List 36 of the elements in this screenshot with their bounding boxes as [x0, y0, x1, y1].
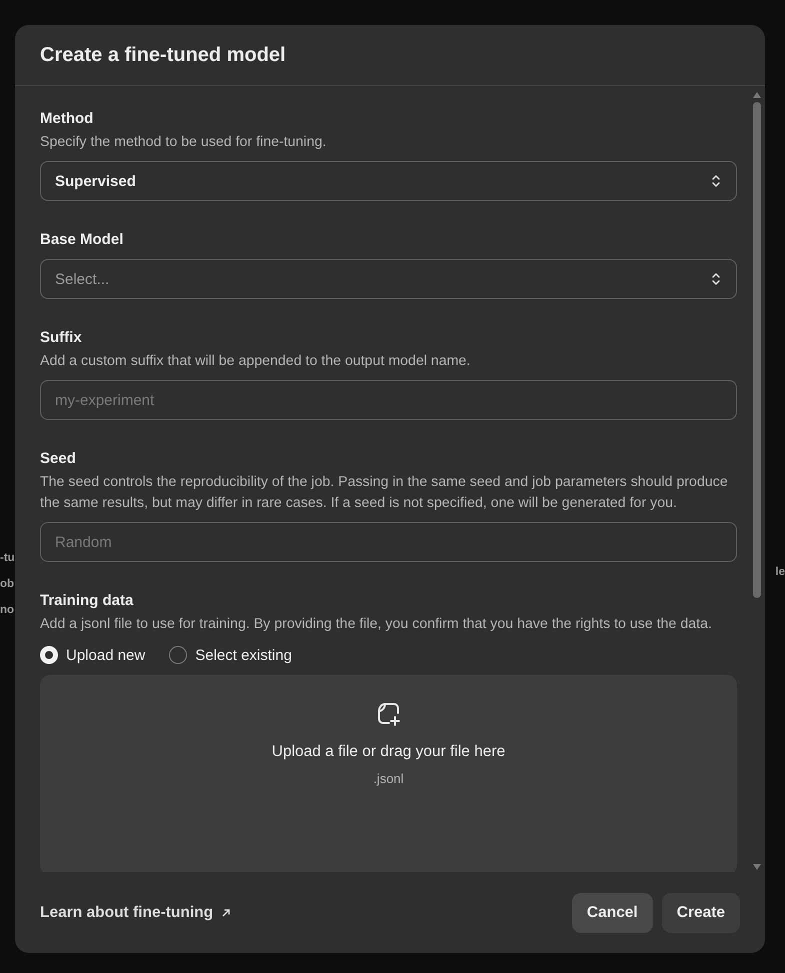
radio-option[interactable]: Upload new [40, 646, 146, 664]
scroll-up-icon[interactable] [753, 92, 761, 98]
field-description: The seed controls the reproducibility of the job. Passing in the same seed and job parameters should produce the same results, but may differ in rare cases. If a seed is not specified, one will be generated for you. [40, 473, 729, 513]
file-dropzone[interactable]: Upload a file or drag your file here .jsonl [40, 675, 737, 872]
field-label: Method [40, 109, 94, 129]
field-label: Training data [40, 591, 134, 611]
field-label: Seed [40, 449, 77, 469]
field-description: Add a jsonl file to use for training. By providing the file, you confirm that you have the rights to use the data. [40, 615, 713, 634]
radio-label: Select existing [195, 646, 292, 664]
learn-link[interactable]: Learn about fine-tuning [40, 904, 232, 922]
background-text: le [775, 566, 785, 578]
radio-button[interactable] [169, 646, 188, 664]
background-text: no [0, 604, 15, 616]
input-field[interactable]: my-experiment [40, 380, 737, 420]
dialog-title: Create a fine-tuned model [40, 44, 286, 66]
field-description: Add a custom suffix that will be appended to the output model name. [40, 352, 472, 371]
background-text: ob [0, 578, 15, 590]
chevron-updown-icon [710, 271, 722, 287]
field-label: Suffix [40, 328, 83, 348]
radio-option[interactable]: Select existing [169, 646, 292, 664]
scroll-down-icon[interactable] [753, 864, 761, 870]
input-field[interactable]: Random [40, 522, 737, 562]
select-field[interactable]: Select... [40, 259, 737, 299]
file-type-hint: .jsonl [373, 771, 404, 786]
external-link-icon [221, 908, 232, 918]
dropzone-text: Upload a file or drag your file here [272, 743, 506, 761]
cancel-button[interactable]: Cancel [572, 892, 653, 932]
chevron-updown-icon [710, 173, 722, 189]
select-field[interactable]: Supervised [40, 161, 737, 201]
field-label: Base Model [40, 230, 124, 250]
field-description: Specify the method to be used for fine-tuning. [40, 133, 328, 152]
background-text: -tu [0, 552, 15, 564]
radio-label: Upload new [66, 646, 146, 664]
scrollbar-thumb[interactable] [753, 102, 761, 598]
file-add-icon [376, 701, 402, 727]
create-button[interactable]: Create [662, 892, 740, 932]
